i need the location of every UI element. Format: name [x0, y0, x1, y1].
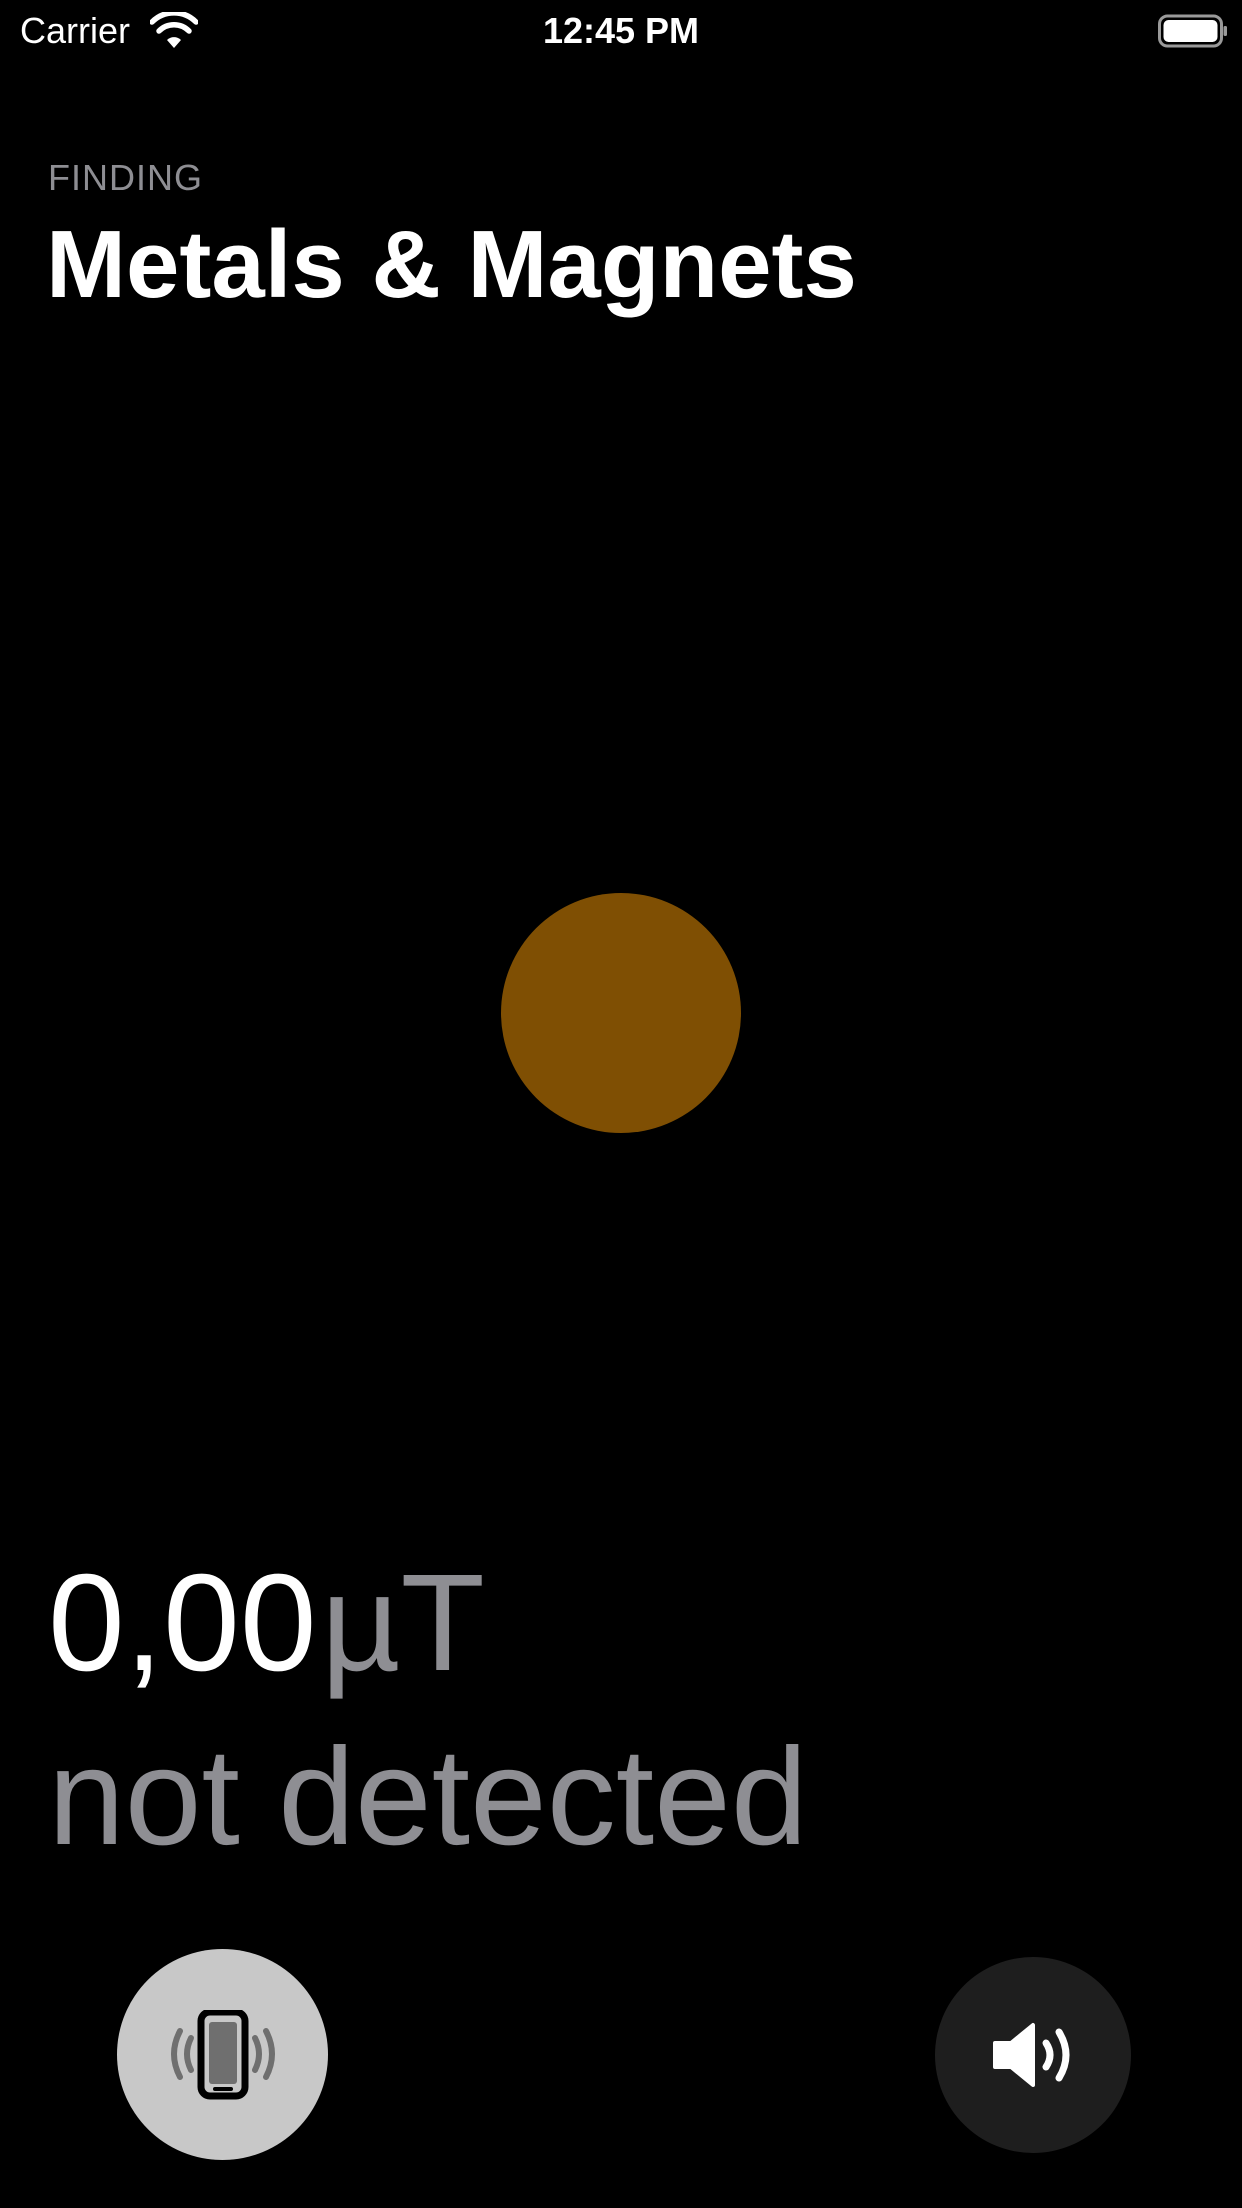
- detection-status: not detected: [48, 1720, 808, 1874]
- reading-unit: µT: [321, 1546, 485, 1700]
- sound-toggle-button[interactable]: [935, 1957, 1131, 2153]
- section-eyebrow: FINDING: [48, 157, 203, 198]
- phone-vibrate-icon: [170, 2009, 275, 2099]
- detection-indicator: [501, 893, 741, 1133]
- battery-icon: [1158, 14, 1227, 48]
- detector-screen: Carrier 12:45 PM FINDING Metals & Magnet…: [0, 0, 1242, 2208]
- speaker-icon: [993, 2023, 1070, 2087]
- status-bar: Carrier 12:45 PM: [0, 0, 1242, 62]
- vibrate-toggle-button[interactable]: [117, 1949, 328, 2160]
- page-title: Metals & Magnets: [46, 211, 857, 318]
- reading-value: 0,00: [48, 1546, 317, 1700]
- clock: 12:45 PM: [542, 10, 700, 51]
- field-reading: 0,00 µT: [48, 1548, 485, 1741]
